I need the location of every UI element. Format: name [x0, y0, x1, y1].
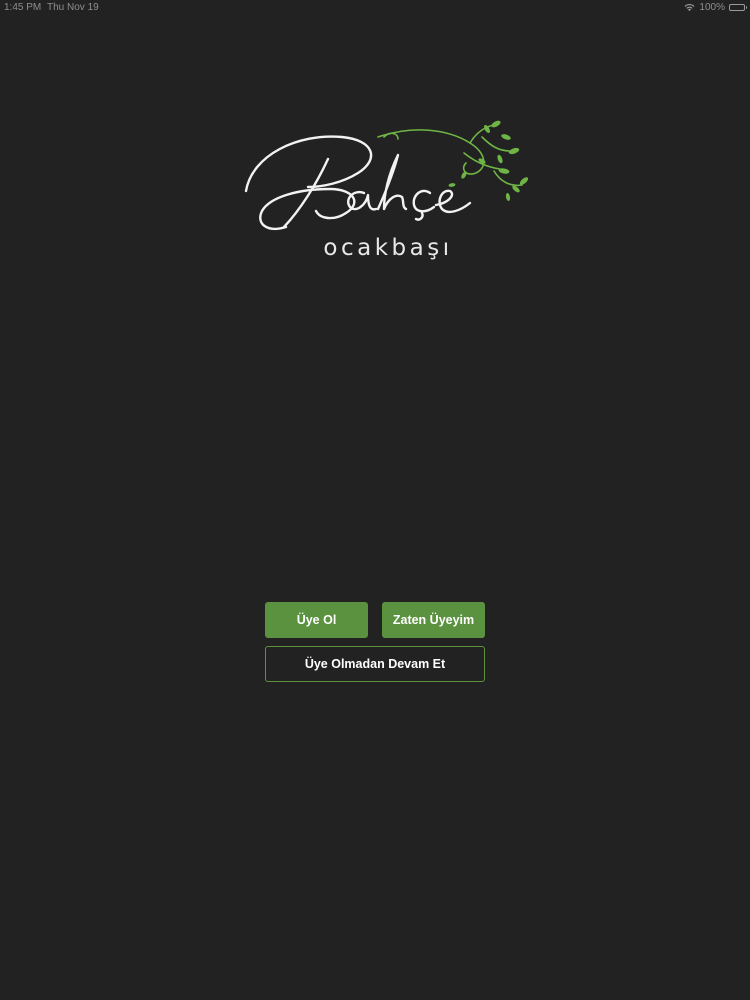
welcome-screen: 1:45 PM Thu Nov 19 100% ocakbaşı Üye Ol … [0, 0, 750, 1000]
brand-logo: ocakbaşı [238, 115, 538, 275]
status-bar: 1:45 PM Thu Nov 19 100% [0, 0, 750, 16]
login-button[interactable]: Zaten Üyeyim [382, 602, 485, 638]
continue-as-guest-button[interactable]: Üye Olmadan Devam Et [265, 646, 485, 682]
wifi-icon [684, 3, 695, 12]
status-indicators: 100% [684, 2, 747, 13]
brand-subtitle: ocakbaşı [323, 235, 453, 261]
status-date: Thu Nov 19 [47, 2, 99, 13]
battery-icon [729, 4, 747, 11]
battery-percent: 100% [699, 2, 725, 13]
register-button[interactable]: Üye Ol [265, 602, 368, 638]
brand-wordmark [244, 120, 529, 230]
status-time: 1:45 PM [4, 2, 42, 13]
